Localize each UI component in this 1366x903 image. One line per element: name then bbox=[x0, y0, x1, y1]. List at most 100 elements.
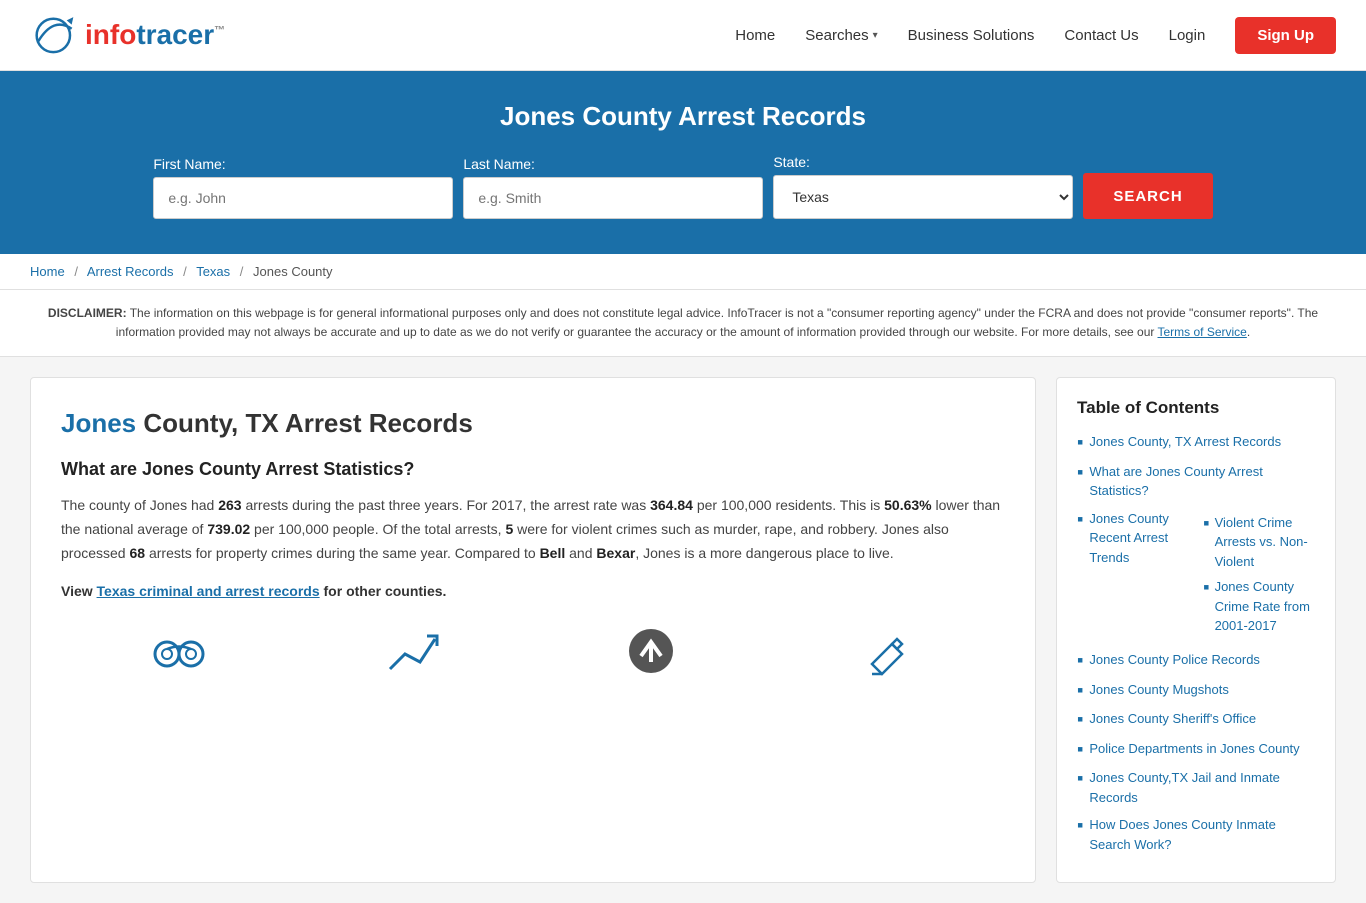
bullet-icon: ▪ bbox=[1077, 462, 1083, 484]
toc-link[interactable]: Jones County Sheriff's Office bbox=[1089, 709, 1256, 729]
nav-business-solutions[interactable]: Business Solutions bbox=[908, 27, 1035, 44]
toc-item: ▪ How Does Jones County Inmate Search Wo… bbox=[1077, 815, 1315, 854]
article-title-highlight: Jones bbox=[61, 408, 136, 438]
view-link-para: View Texas criminal and arrest records f… bbox=[61, 580, 1005, 604]
bullet-icon: ▪ bbox=[1077, 432, 1083, 454]
state-label: State: bbox=[773, 154, 810, 170]
toc-sub-item: ▪ Violent Crime Arrests vs. Non-Violent bbox=[1203, 513, 1315, 572]
toc-link[interactable]: Jones County,TX Jail and Inmate Records bbox=[1089, 768, 1315, 807]
first-name-label: First Name: bbox=[153, 156, 225, 172]
article-title: Jones County, TX Arrest Records bbox=[61, 408, 1005, 439]
last-name-field: Last Name: bbox=[463, 156, 763, 219]
bullet-icon: ▪ bbox=[1077, 709, 1083, 731]
toc-link[interactable]: What are Jones County Arrest Statistics? bbox=[1089, 462, 1315, 501]
logo-info-text: info bbox=[85, 19, 136, 50]
first-name-field: First Name: bbox=[153, 156, 453, 219]
section1-heading: What are Jones County Arrest Statistics? bbox=[61, 459, 1005, 480]
hero-title: Jones County Arrest Records bbox=[20, 101, 1346, 132]
toc-item: ▪ Jones County Recent Arrest Trends ▪ Vio… bbox=[1077, 509, 1315, 642]
article-title-rest: County, TX Arrest Records bbox=[136, 408, 473, 438]
p1-property: 68 bbox=[129, 545, 145, 561]
toc-link[interactable]: Jones County Recent Arrest Trends bbox=[1089, 509, 1179, 568]
handcuffs-icon bbox=[149, 624, 209, 689]
breadcrumb-arrest-records[interactable]: Arrest Records bbox=[87, 264, 174, 279]
toc-item: ▪ Jones County, TX Arrest Records bbox=[1077, 432, 1315, 454]
toc-sublist: ▪ Violent Crime Arrests vs. Non-Violent▪… bbox=[1203, 513, 1315, 642]
disclaimer-bold: DISCLAIMER: bbox=[48, 306, 127, 320]
bullet-icon: ▪ bbox=[1203, 577, 1209, 599]
logo-tracer-text: tracer bbox=[136, 19, 214, 50]
toc-link[interactable]: Jones County Police Records bbox=[1089, 650, 1260, 670]
state-field: State: Texas Alabama Alaska California F… bbox=[773, 154, 1073, 219]
toc-list: ▪ Jones County, TX Arrest Records▪ What … bbox=[1077, 432, 1315, 854]
header: infotracer™ Home Searches ▾ Business Sol… bbox=[0, 0, 1366, 71]
toc-item: ▪ Jones County Mugshots bbox=[1077, 680, 1315, 702]
view-suffix: for other counties. bbox=[320, 583, 447, 599]
disclaimer-bar: DISCLAIMER: The information on this webp… bbox=[0, 290, 1366, 357]
trend-up-icon bbox=[385, 624, 445, 689]
hero-section: Jones County Arrest Records First Name: … bbox=[0, 71, 1366, 254]
p1-before: The county of Jones had bbox=[61, 497, 218, 513]
logo-tm: ™ bbox=[214, 25, 225, 37]
search-button[interactable]: SEARCH bbox=[1083, 173, 1212, 219]
p1-final: , Jones is a more dangerous place to liv… bbox=[635, 545, 893, 561]
toc-sub-link[interactable]: Violent Crime Arrests vs. Non-Violent bbox=[1215, 513, 1315, 572]
p1-mid1: arrests during the past three years. For… bbox=[242, 497, 651, 513]
bullet-icon: ▪ bbox=[1077, 739, 1083, 761]
p1-national: 739.02 bbox=[207, 521, 250, 537]
state-select[interactable]: Texas Alabama Alaska California Florida … bbox=[773, 175, 1073, 219]
p1-mid4: per 100,000 people. Of the total arrests… bbox=[250, 521, 505, 537]
toc-link[interactable]: Police Departments in Jones County bbox=[1089, 739, 1299, 759]
last-name-label: Last Name: bbox=[463, 156, 535, 172]
p1-bexar: Bexar bbox=[596, 545, 635, 561]
breadcrumb-home[interactable]: Home bbox=[30, 264, 65, 279]
p1-rate: 364.84 bbox=[650, 497, 693, 513]
p1-mid2: per 100,000 residents. This is bbox=[693, 497, 884, 513]
signup-button[interactable]: Sign Up bbox=[1235, 17, 1336, 54]
toc-title: Table of Contents bbox=[1077, 398, 1315, 418]
logo: infotracer™ bbox=[30, 10, 225, 60]
chevron-down-icon: ▾ bbox=[873, 30, 878, 41]
nav-home[interactable]: Home bbox=[735, 27, 775, 44]
breadcrumb-sep-1: / bbox=[74, 264, 78, 279]
toc-item: ▪ Jones County,TX Jail and Inmate Record… bbox=[1077, 768, 1315, 807]
disclaimer-text: The information on this webpage is for g… bbox=[116, 306, 1318, 339]
toc-item: ▪ Police Departments in Jones County bbox=[1077, 739, 1315, 761]
bullet-icon: ▪ bbox=[1077, 509, 1083, 531]
search-form: First Name: Last Name: State: Texas Alab… bbox=[20, 154, 1346, 219]
p1-arrests: 263 bbox=[218, 497, 241, 513]
toc-link[interactable]: How Does Jones County Inmate Search Work… bbox=[1089, 815, 1315, 854]
last-name-input[interactable] bbox=[463, 177, 763, 219]
nav-login[interactable]: Login bbox=[1169, 27, 1206, 44]
toc-link[interactable]: Jones County Mugshots bbox=[1089, 680, 1228, 700]
bullet-icon: ▪ bbox=[1077, 768, 1083, 790]
breadcrumb-sep-3: / bbox=[240, 264, 244, 279]
toc-link[interactable]: Jones County, TX Arrest Records bbox=[1089, 432, 1281, 452]
breadcrumb-sep-2: / bbox=[183, 264, 187, 279]
terms-of-service-link[interactable]: Terms of Service bbox=[1158, 325, 1247, 339]
nav-searches[interactable]: Searches ▾ bbox=[805, 27, 877, 44]
article: Jones County, TX Arrest Records What are… bbox=[30, 377, 1036, 883]
main-nav: Home Searches ▾ Business Solutions Conta… bbox=[735, 17, 1336, 54]
toc-sub-link[interactable]: Jones County Crime Rate from 2001-2017 bbox=[1215, 577, 1315, 636]
toc-item: ▪ What are Jones County Arrest Statistic… bbox=[1077, 462, 1315, 501]
toc-sub-item: ▪ Jones County Crime Rate from 2001-2017 bbox=[1203, 577, 1315, 636]
breadcrumb-texas[interactable]: Texas bbox=[196, 264, 230, 279]
up-arrow-icon bbox=[621, 624, 681, 689]
bullet-icon: ▪ bbox=[1077, 650, 1083, 672]
first-name-input[interactable] bbox=[153, 177, 453, 219]
main-content: Jones County, TX Arrest Records What are… bbox=[0, 357, 1366, 903]
toc-item: ▪ Jones County Police Records bbox=[1077, 650, 1315, 672]
breadcrumb: Home / Arrest Records / Texas / Jones Co… bbox=[0, 254, 1366, 290]
view-prefix: View bbox=[61, 583, 97, 599]
texas-criminal-records-link[interactable]: Texas criminal and arrest records bbox=[97, 583, 320, 599]
bullet-icon: ▪ bbox=[1077, 815, 1083, 837]
table-of-contents: Table of Contents ▪ Jones County, TX Arr… bbox=[1056, 377, 1336, 883]
icons-row bbox=[61, 624, 1005, 689]
p1-and: and bbox=[565, 545, 596, 561]
p1-end: arrests for property crimes during the s… bbox=[145, 545, 540, 561]
nav-contact-us[interactable]: Contact Us bbox=[1064, 27, 1138, 44]
p1-lower: 50.63% bbox=[884, 497, 931, 513]
p1-bell: Bell bbox=[540, 545, 566, 561]
toc-item: ▪ Jones County Sheriff's Office bbox=[1077, 709, 1315, 731]
